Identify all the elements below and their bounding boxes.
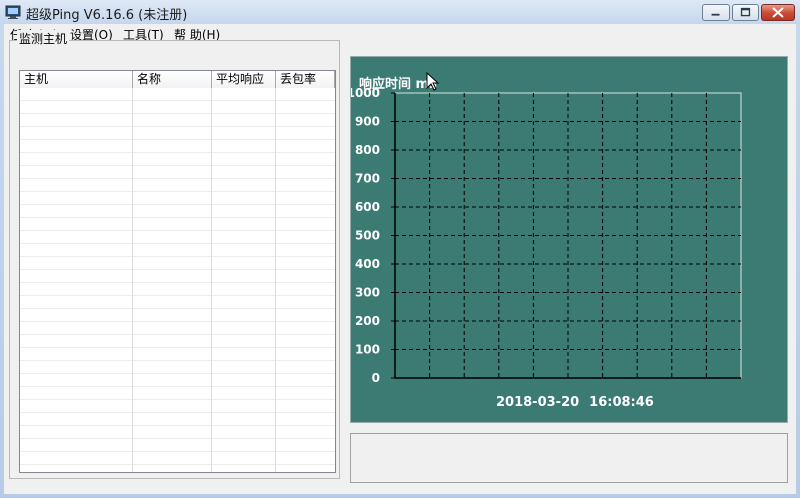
y-tick-label: 300: [355, 286, 380, 300]
maximize-icon: [740, 7, 751, 17]
y-tick-label: 900: [355, 115, 380, 129]
close-button[interactable]: [761, 4, 795, 21]
hosts-list[interactable]: 主机 名称 平均响应 丢包率: [19, 70, 336, 473]
chart-timestamp: 2018-03-20 16:08:46: [496, 395, 654, 410]
column-packet-loss[interactable]: 丢包率: [276, 71, 335, 88]
status-panel: [350, 433, 788, 483]
mouse-cursor-icon: [426, 71, 440, 91]
y-tick-label: 500: [355, 229, 380, 243]
close-icon: [772, 7, 784, 18]
y-tick-label: 0: [372, 371, 380, 385]
y-tick-label: 600: [355, 200, 380, 214]
column-divider: [275, 88, 276, 472]
title-bar[interactable]: 超级Ping V6.16.6 (未注册): [0, 0, 800, 24]
y-tick-label: 200: [355, 314, 380, 328]
window-title: 超级Ping V6.16.6 (未注册): [26, 8, 188, 23]
y-tick-label: 100: [355, 343, 380, 357]
column-avg-response[interactable]: 平均响应: [212, 71, 276, 88]
timestamp-time: 16:08:46: [589, 395, 654, 410]
timestamp-date: 2018-03-20: [496, 395, 580, 410]
column-host[interactable]: 主机: [20, 71, 133, 88]
app-window: 超级Ping V6.16.6 (未注册) 任 务(M) 设置(O) 工具(T) …: [0, 0, 800, 498]
monitored-hosts-title: 监测主机: [17, 30, 70, 47]
minimize-icon: [711, 13, 720, 16]
y-tick-label: 1000: [351, 86, 380, 100]
response-time-chart: 响应时间 ms 01002003004005006007008009001000…: [350, 56, 788, 423]
maximize-button[interactable]: [732, 4, 759, 21]
y-tick-label: 800: [355, 143, 380, 157]
minimize-button[interactable]: [702, 4, 730, 21]
column-name[interactable]: 名称: [133, 71, 212, 88]
column-divider: [211, 88, 212, 472]
app-monitor-icon: [5, 5, 21, 19]
hosts-list-header: 主机 名称 平均响应 丢包率: [20, 71, 335, 89]
y-tick-label: 400: [355, 257, 380, 271]
hosts-list-body: [20, 88, 335, 472]
column-divider: [132, 88, 133, 472]
y-tick-label: 700: [355, 172, 380, 186]
chart-canvas: 0 100 200 300 400 500 600 700 800 900 1000: [351, 71, 742, 385]
